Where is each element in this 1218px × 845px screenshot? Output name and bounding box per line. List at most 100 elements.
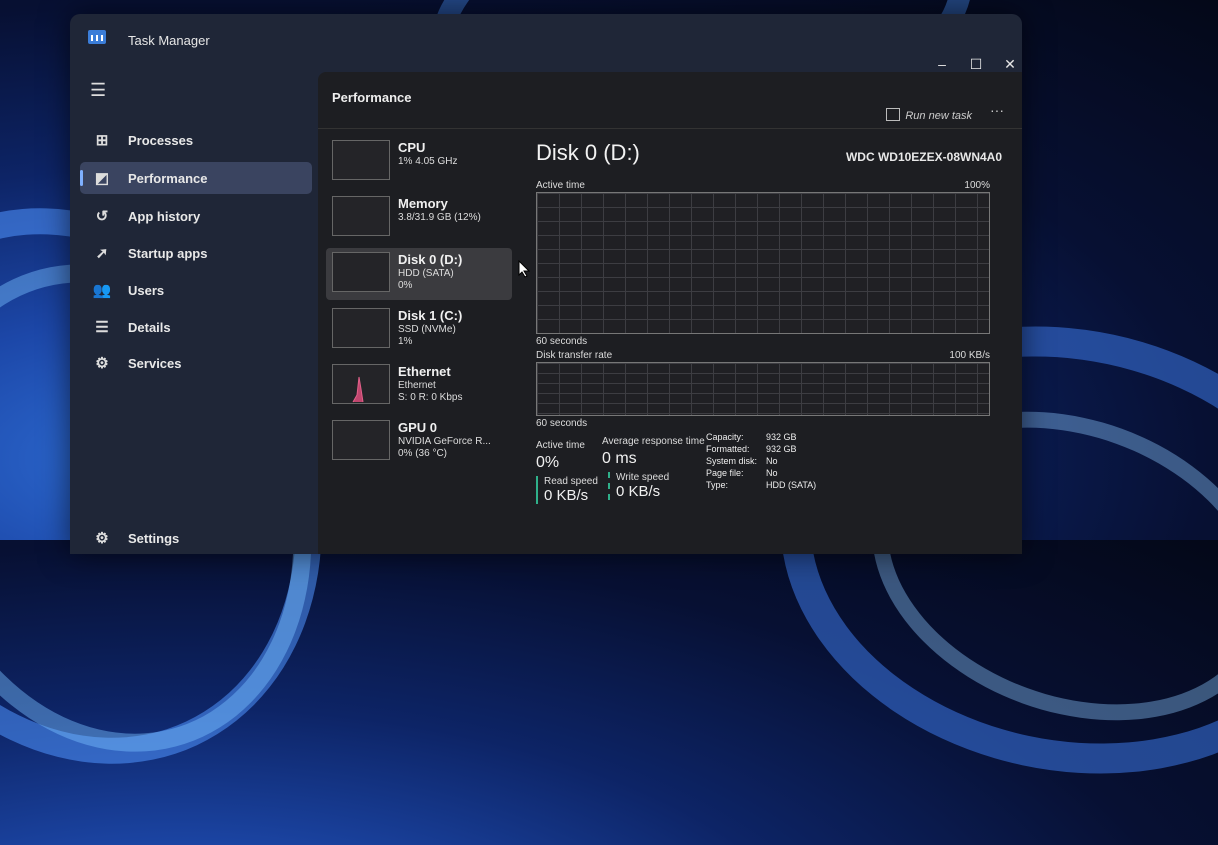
formatted-value: 932 GB (766, 444, 797, 454)
type-key: Type: (706, 480, 729, 490)
system-disk-value: No (766, 456, 778, 466)
device-usage: 0% (36 °C) (398, 448, 448, 459)
device-name: Ethernet (398, 364, 451, 379)
capacity-value: 932 GB (766, 432, 797, 442)
transfer-rate-graph (536, 362, 990, 416)
performance-icon: ◩ (94, 170, 110, 187)
maximize-button[interactable]: ☐ (964, 56, 988, 73)
disk-model: WDC WD10EZEX-08WN4A0 (845, 150, 1002, 164)
device-detail: 3.8/31.9 GB (12%) (398, 212, 481, 223)
device-detail: 1% 4.05 GHz (398, 156, 458, 167)
type-value: HDD (SATA) (766, 480, 817, 490)
device-item-cpu[interactable]: CPU 1% 4.05 GHz (326, 136, 512, 188)
write-speed-label: Write speed (616, 472, 670, 483)
more-options-button[interactable]: ··· (990, 102, 1004, 118)
device-item-memory[interactable]: Memory 3.8/31.9 GB (12%) (326, 192, 512, 244)
capacity-key: Capacity: (706, 432, 744, 442)
sidebar-item-settings[interactable]: ⚙ Settings (80, 522, 312, 554)
close-button[interactable]: ✕ (998, 56, 1022, 73)
device-item-disk0[interactable]: Disk 0 (D:) HDD (SATA) 0% (326, 248, 512, 300)
device-name: Disk 0 (D:) (398, 252, 463, 267)
sidebar-item-label: App history (128, 208, 201, 224)
device-item-ethernet[interactable]: Ethernet Ethernet S: 0 R: 0 Kbps (326, 360, 512, 412)
sidebar: ☰ ⊞ Processes ◩ Performance ↺ App histor… (70, 60, 320, 554)
sidebar-item-label: Startup apps (128, 245, 208, 261)
device-usage: 1% (398, 336, 413, 347)
sidebar-item-label: Services (128, 355, 182, 371)
performance-panel: Performance Run new task ··· CPU 1% 4.05… (318, 72, 1022, 554)
minimize-button[interactable]: – (930, 56, 954, 72)
mouse-cursor-icon (518, 260, 530, 278)
disk-title: Disk 0 (D:) (536, 140, 640, 165)
page-title: Performance (332, 90, 412, 105)
device-item-gpu0[interactable]: GPU 0 NVIDIA GeForce R... 0% (36 °C) (326, 416, 512, 468)
details-icon: ☰ (95, 319, 109, 336)
transfer-rate-graph-label: Disk transfer rate (536, 350, 613, 361)
services-icon: ⚙ (95, 355, 109, 372)
cpu-thumbnail-graph (332, 140, 390, 180)
sidebar-item-performance[interactable]: ◩ Performance (80, 162, 312, 194)
avg-response-value: 0 ms (602, 450, 637, 467)
device-name: CPU (398, 140, 426, 155)
transfer-rate-graph-span: 60 seconds (536, 418, 588, 429)
page-file-value: No (766, 468, 778, 478)
divider (318, 128, 1022, 129)
task-manager-icon (88, 30, 106, 44)
task-manager-window: Task Manager – ☐ ✕ ☰ ⊞ Processes ◩ Perfo… (70, 14, 1022, 554)
memory-thumbnail-graph (332, 196, 390, 236)
active-time-label: Active time (536, 440, 585, 451)
app-title: Task Manager (128, 33, 210, 48)
write-speed-value: 0 KB/s (616, 483, 661, 500)
sidebar-item-processes[interactable]: ⊞ Processes (80, 124, 312, 156)
settings-gear-icon: ⚙ (95, 530, 109, 547)
active-time-graph-span: 60 seconds (536, 336, 588, 347)
sidebar-item-label: Performance (128, 170, 208, 186)
device-name: Disk 1 (C:) (398, 308, 463, 323)
selection-indicator (80, 170, 83, 186)
device-usage: S: 0 R: 0 Kbps (398, 392, 463, 403)
sidebar-item-services[interactable]: ⚙ Services (80, 347, 312, 379)
write-speed: Write speed 0 KB/s (608, 472, 669, 500)
gpu-thumbnail-graph (332, 420, 390, 460)
device-detail: SSD (NVMe) (398, 324, 456, 335)
run-new-task-button[interactable]: Run new task (886, 108, 972, 122)
sidebar-item-app-history[interactable]: ↺ App history (80, 200, 312, 232)
device-name: Memory (398, 196, 448, 211)
history-icon: ↺ (95, 208, 109, 225)
avg-response-label: Average response time (602, 436, 705, 447)
sidebar-item-users[interactable]: 👥 Users (80, 274, 312, 306)
device-detail: Ethernet (398, 380, 436, 391)
disk1-thumbnail-graph (332, 308, 390, 348)
device-detail: HDD (SATA) (398, 268, 454, 279)
title-bar[interactable]: Task Manager (70, 14, 1022, 60)
ethernet-spike (352, 376, 364, 403)
sidebar-item-startup-apps[interactable]: ➚ Startup apps (80, 237, 312, 269)
device-usage: 0% (398, 280, 413, 291)
hamburger-menu-icon[interactable]: ☰ (90, 80, 106, 101)
read-speed-label: Read speed (544, 476, 598, 487)
transfer-rate-graph-max: 100 KB/s (949, 350, 990, 361)
sidebar-item-label: Details (128, 319, 171, 335)
device-detail: NVIDIA GeForce R... (398, 436, 491, 447)
device-item-disk1[interactable]: Disk 1 (C:) SSD (NVMe) 1% (326, 304, 512, 356)
sidebar-item-label: Processes (128, 132, 194, 148)
sidebar-item-details[interactable]: ☰ Details (80, 311, 312, 343)
sidebar-item-label: Users (128, 282, 165, 298)
read-speed-value: 0 KB/s (544, 487, 589, 504)
active-time-graph-label: Active time (536, 180, 585, 191)
read-speed: Read speed 0 KB/s (536, 476, 598, 504)
system-disk-key: System disk: (706, 456, 758, 466)
device-name: GPU 0 (398, 420, 438, 435)
disk0-thumbnail-graph (332, 252, 390, 292)
ethernet-thumbnail-graph (332, 364, 390, 404)
formatted-key: Formatted: (706, 444, 750, 454)
sidebar-item-label: Settings (128, 530, 180, 546)
active-time-graph (536, 192, 990, 334)
processes-icon: ⊞ (95, 132, 109, 149)
active-time-graph-max: 100% (964, 180, 990, 191)
device-list: CPU 1% 4.05 GHz Memory 3.8/31.9 GB (12%)… (326, 136, 512, 472)
users-icon: 👥 (92, 282, 112, 299)
active-time-value: 0% (536, 454, 560, 471)
page-file-key: Page file: (706, 468, 744, 478)
startup-icon: ➚ (95, 245, 109, 262)
